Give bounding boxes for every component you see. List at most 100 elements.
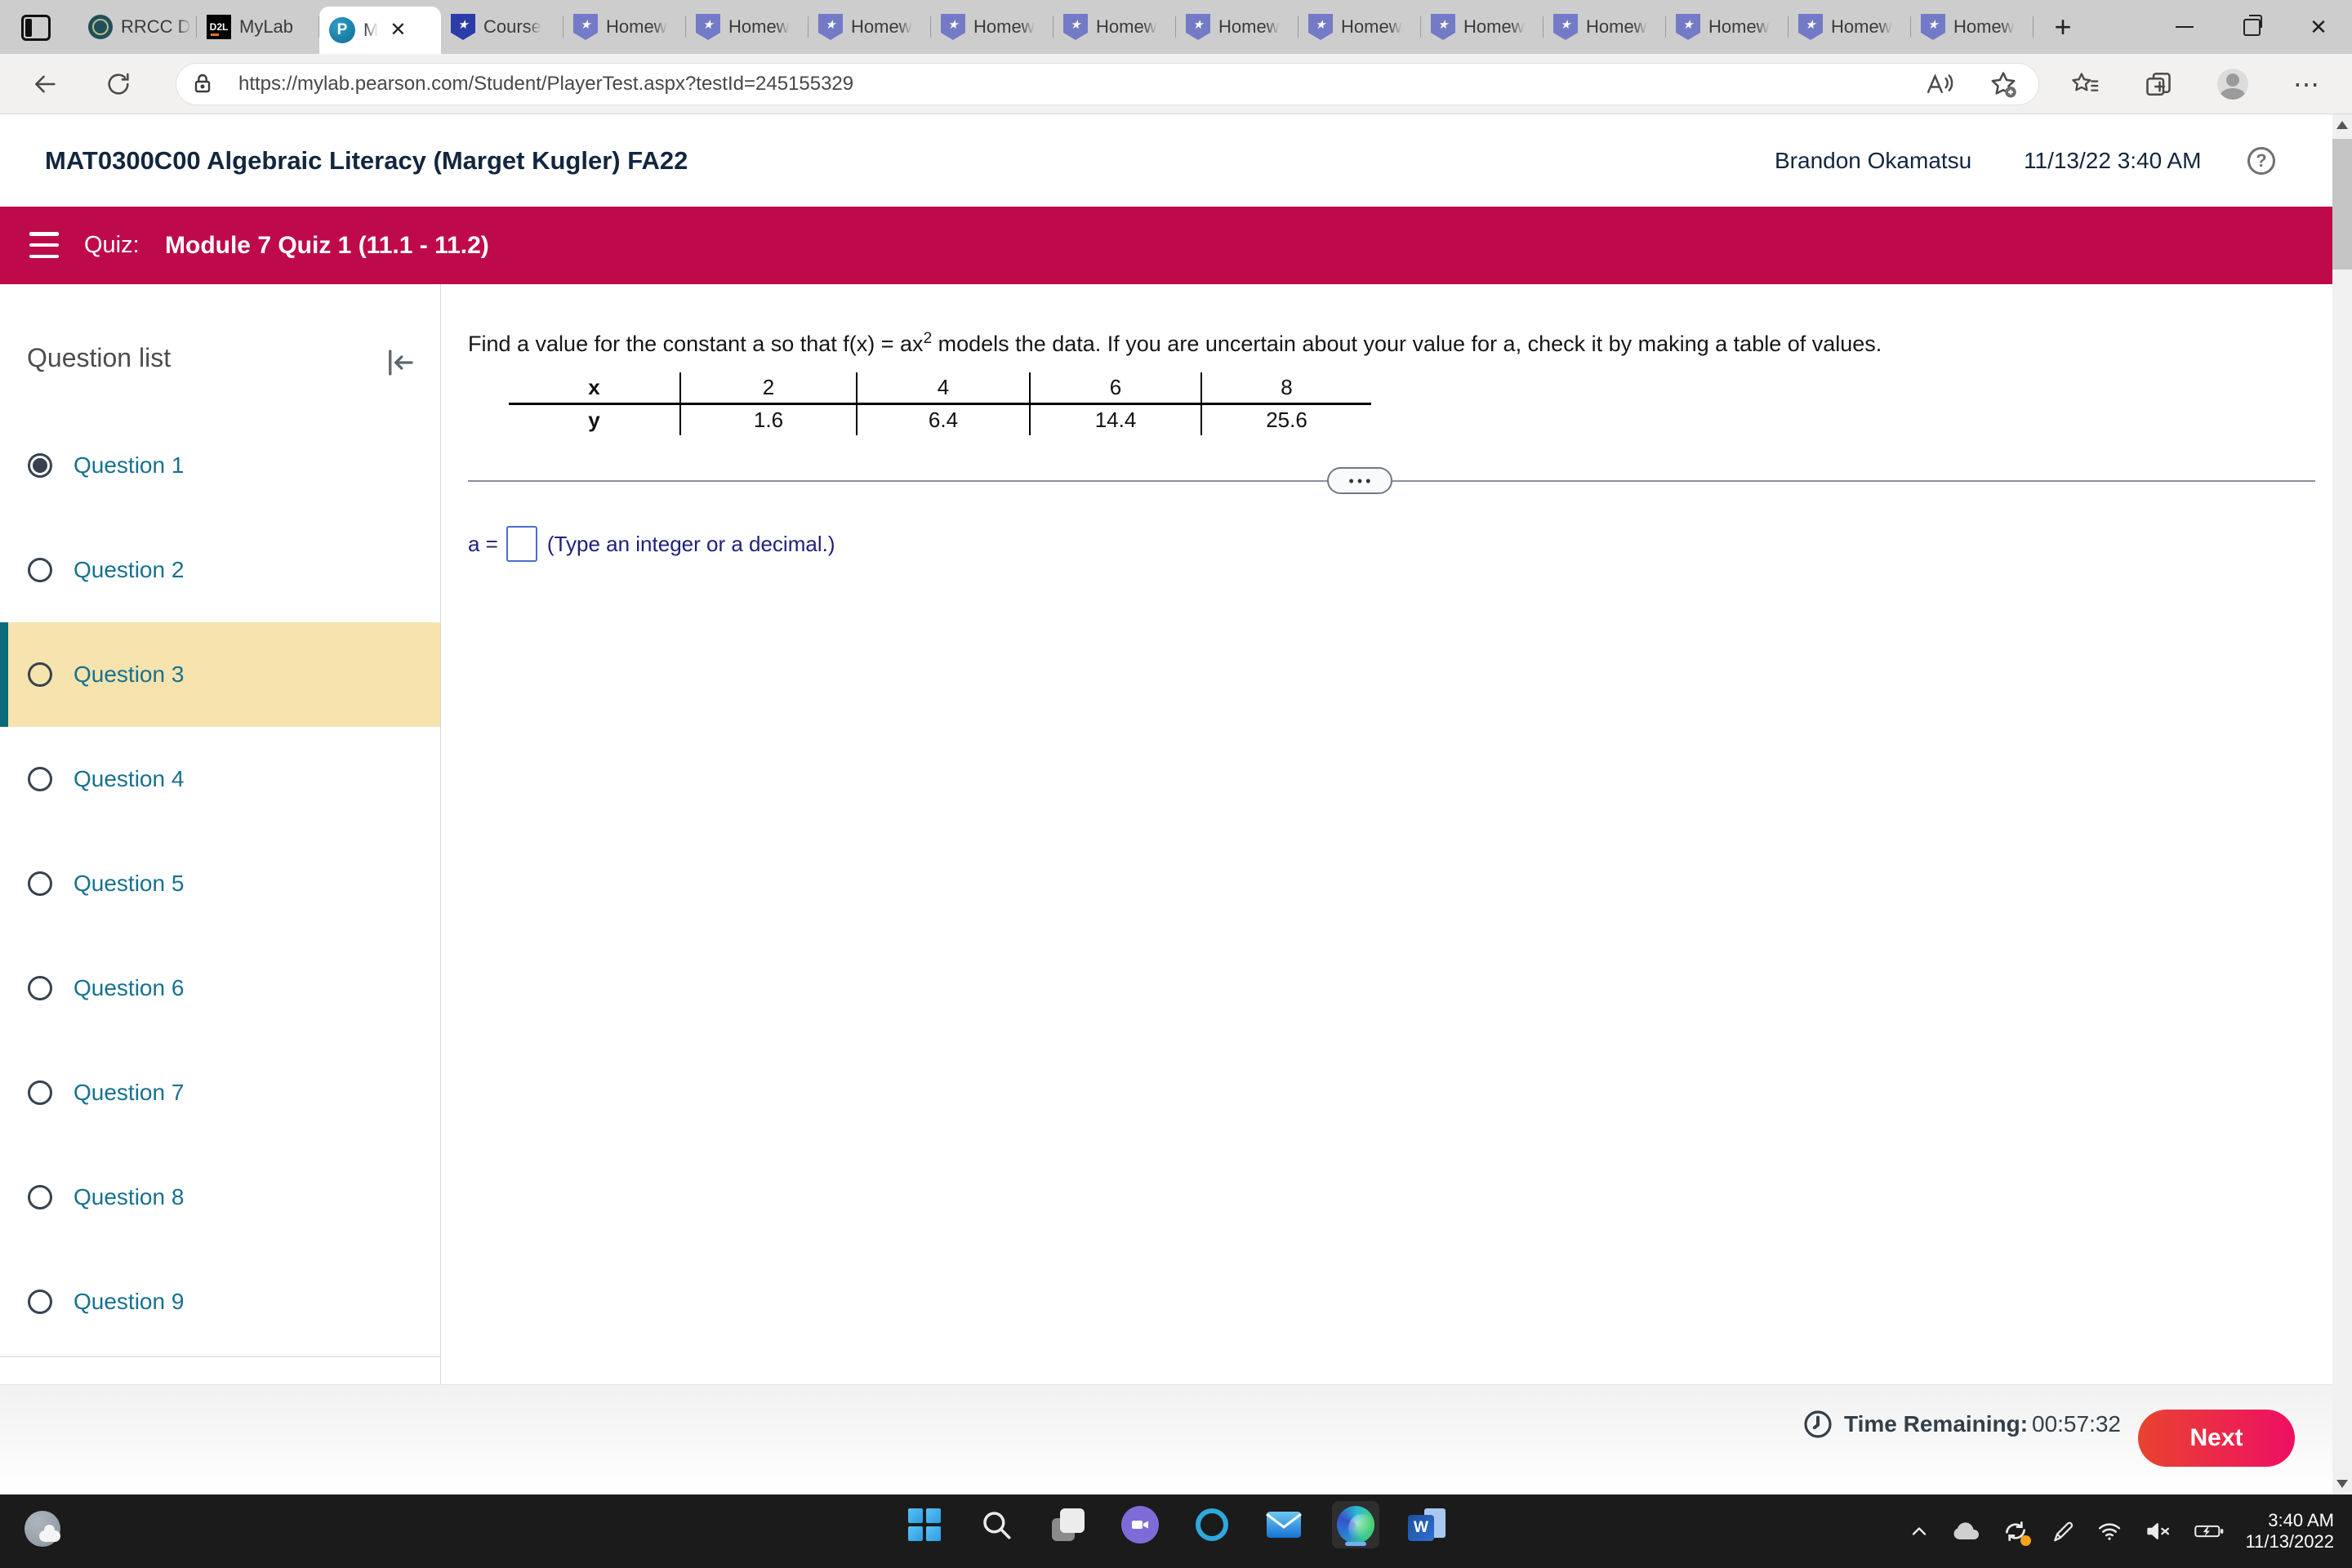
- scrollbar-thumb[interactable]: [2332, 139, 2352, 270]
- window-close-button[interactable]: ✕: [2285, 0, 2352, 54]
- page-scrollbar[interactable]: [2332, 114, 2352, 1494]
- tab-rrcc[interactable]: RRCC D: [78, 0, 197, 54]
- wifi-icon[interactable]: [2096, 1519, 2123, 1544]
- question-list-item[interactable]: Question 9: [0, 1250, 440, 1354]
- radio-icon[interactable]: [28, 1290, 52, 1314]
- table-cell: 2: [679, 372, 856, 405]
- favorites-button[interactable]: [2067, 66, 2103, 102]
- star-icon: ★: [702, 17, 713, 32]
- radio-icon[interactable]: [28, 662, 52, 687]
- question-list-item[interactable]: Question 6: [0, 936, 440, 1040]
- answer-prefix: a =: [468, 532, 498, 557]
- tab-label: M: [363, 20, 378, 41]
- browser-menu-button[interactable]: ⋯: [2289, 66, 2325, 102]
- profile-button[interactable]: [2215, 66, 2251, 102]
- tab-homework[interactable]: ★Homew: [1911, 0, 2034, 54]
- mail-button[interactable]: [1260, 1501, 1307, 1548]
- tab-close-icon[interactable]: ✕: [390, 20, 406, 40]
- url-text[interactable]: https://mylab.pearson.com/Student/Player…: [238, 63, 853, 105]
- sync-status[interactable]: [2002, 1518, 2029, 1544]
- word-button[interactable]: W: [1404, 1501, 1451, 1548]
- star-icon: ★: [1560, 17, 1570, 32]
- tab-homework[interactable]: ★Homew: [564, 0, 686, 54]
- volume-muted-icon[interactable]: [2145, 1519, 2172, 1544]
- windows-logo-icon: [908, 1508, 941, 1541]
- read-aloud-button[interactable]: [1922, 66, 1958, 102]
- tab-label: Course: [483, 16, 541, 38]
- task-view-button[interactable]: [1045, 1501, 1092, 1548]
- table-cell: 4: [856, 372, 1029, 405]
- radio-icon[interactable]: [28, 871, 52, 896]
- refresh-button[interactable]: [100, 66, 136, 102]
- scroll-down-arrow[interactable]: [2336, 1480, 2348, 1488]
- question-list-item[interactable]: Question 1: [0, 413, 440, 518]
- radio-icon[interactable]: [28, 1185, 52, 1209]
- question-list-item[interactable]: Question 5: [0, 831, 440, 936]
- window-restore-button[interactable]: [2218, 0, 2285, 54]
- star-icon: ★: [1070, 17, 1080, 32]
- radio-selected-icon[interactable]: [28, 453, 52, 478]
- collapse-panel-button[interactable]: [382, 345, 418, 381]
- question-list-item[interactable]: Question 8: [0, 1145, 440, 1250]
- question-list-item[interactable]: Question 4: [0, 727, 440, 831]
- tab-homework[interactable]: ★Homew: [1666, 0, 1788, 54]
- tab-homework[interactable]: ★Homew: [1421, 0, 1544, 54]
- scroll-up-arrow[interactable]: [2336, 121, 2348, 129]
- question-list-item[interactable]: Question 2: [0, 518, 440, 622]
- tab-homework[interactable]: ★Homew: [1176, 0, 1298, 54]
- collections-button[interactable]: [2140, 66, 2176, 102]
- pen-icon[interactable]: [2050, 1519, 2074, 1544]
- tab-workspaces-button[interactable]: [13, 11, 59, 44]
- radio-icon[interactable]: [28, 976, 52, 1000]
- mylab-shield-icon: ★: [1186, 14, 1210, 40]
- cortana-button[interactable]: [1188, 1501, 1236, 1548]
- add-favorite-button[interactable]: [1985, 66, 2021, 102]
- mylab-shield-icon: ★: [1553, 14, 1578, 40]
- tab-homework[interactable]: ★Homew: [931, 0, 1054, 54]
- back-icon: [31, 70, 59, 98]
- tab-homework[interactable]: ★Homew: [1054, 0, 1176, 54]
- mail-icon: [1265, 1509, 1303, 1540]
- tab-homework[interactable]: ★Homew: [1788, 0, 1911, 54]
- radio-icon[interactable]: [28, 558, 52, 582]
- minimize-icon: [2176, 26, 2194, 29]
- question-list-item[interactable]: Question 7: [0, 1040, 440, 1145]
- quiz-label: Quiz:: [84, 207, 140, 284]
- tab-homework[interactable]: ★Homew: [1544, 0, 1666, 54]
- help-button[interactable]: ?: [2247, 147, 2275, 175]
- start-button[interactable]: [901, 1501, 948, 1548]
- tab-active-pearson[interactable]: P M ✕: [319, 7, 441, 54]
- next-button[interactable]: Next: [2138, 1410, 2295, 1467]
- weather-widget[interactable]: [23, 1509, 65, 1552]
- tab-homework[interactable]: ★Homew: [1298, 0, 1421, 54]
- radio-icon[interactable]: [28, 767, 52, 791]
- question-list-item-current[interactable]: Question 3: [0, 622, 440, 727]
- onedrive-icon[interactable]: [1952, 1520, 1981, 1543]
- menu-button[interactable]: [29, 232, 59, 258]
- expand-divider-button[interactable]: •••: [1327, 467, 1392, 494]
- edge-browser-button[interactable]: [1332, 1501, 1379, 1548]
- tab-homework[interactable]: ★Homew: [686, 0, 808, 54]
- mylab-shield-icon: ★: [941, 14, 965, 40]
- collapse-left-icon: [383, 345, 417, 380]
- teams-chat-button[interactable]: [1116, 1501, 1164, 1548]
- radio-icon[interactable]: [28, 1080, 52, 1105]
- taskbar-clock[interactable]: 3:40 AM 11/13/2022: [2246, 1510, 2334, 1552]
- question-content: Find a value for the constant a so that …: [441, 284, 2332, 1384]
- window-minimize-button[interactable]: [2151, 0, 2218, 54]
- lock-icon: [189, 70, 216, 96]
- mylab-shield-icon: ★: [1676, 14, 1700, 40]
- back-button[interactable]: [27, 66, 63, 102]
- avatar: [2217, 69, 2248, 100]
- search-button[interactable]: [973, 1501, 1020, 1548]
- tab-course[interactable]: ★ Course: [441, 0, 564, 54]
- tab-label: RRCC D: [121, 16, 191, 38]
- battery-charging-icon[interactable]: [2194, 1520, 2225, 1543]
- tray-chevron-up-icon[interactable]: [1908, 1520, 1931, 1543]
- tab-homework[interactable]: ★Homew: [808, 0, 931, 54]
- new-tab-button[interactable]: +: [2040, 10, 2086, 44]
- tab-mylab[interactable]: D2L MyLab: [197, 0, 319, 54]
- hamburger-icon: [29, 232, 59, 236]
- d2l-icon: D2L: [207, 15, 231, 39]
- answer-input[interactable]: [506, 526, 537, 562]
